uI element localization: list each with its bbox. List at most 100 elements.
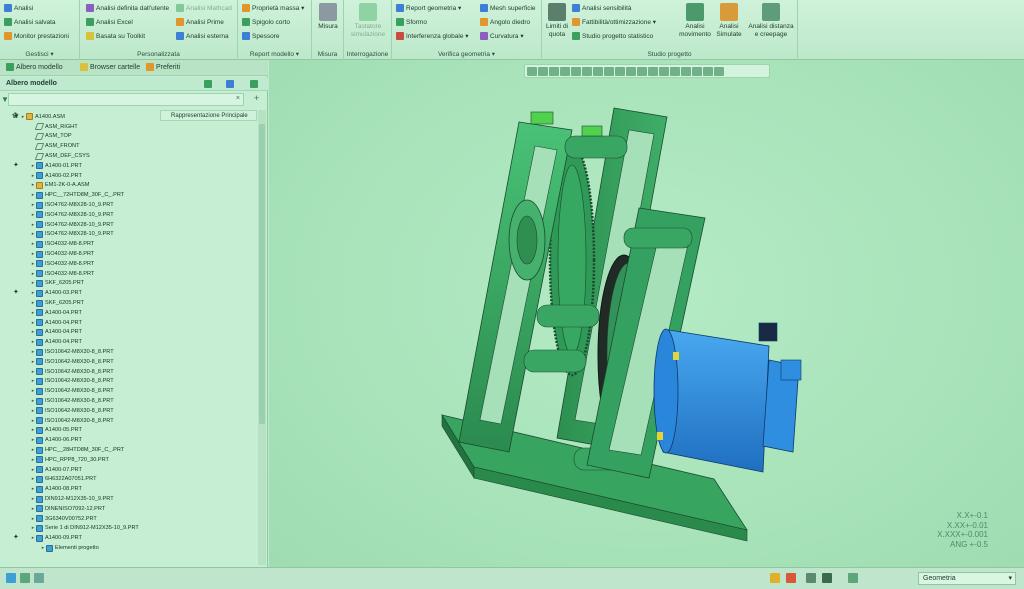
tree-item[interactable]: ▸ A1400-04.PRT: [0, 318, 160, 328]
regen-icon[interactable]: [786, 573, 796, 583]
servo-motor[interactable]: [653, 322, 802, 473]
analisi-button[interactable]: Analisi: [4, 2, 33, 14]
tree-item[interactable]: ▸ A1400-06.PRT: [0, 435, 160, 445]
tab-albero-modello[interactable]: Albero modello: [6, 63, 63, 71]
tree-item[interactable]: ▸ DINENISO7092-12.PRT: [0, 504, 160, 514]
mesh-superficie-button[interactable]: Mesh superficie: [480, 2, 536, 14]
fullscreen-toggle-icon[interactable]: [34, 573, 44, 583]
tree-item[interactable]: ▸ Serie 1 di DIN912-M12X35-10_9.PRT: [0, 524, 160, 534]
tree-item[interactable]: ASM_RIGHT: [0, 122, 160, 132]
tree-item[interactable]: ▸ A1400-01.PRT: [0, 161, 160, 171]
fattibilita-ottimizzazione-button[interactable]: Fattibilità/ottimizzazione ▾: [572, 16, 656, 28]
tree-item[interactable]: ▸ A1400-04.PRT: [0, 328, 160, 338]
group-label-gestisci[interactable]: Gestisci ▾: [0, 50, 79, 58]
analisi-movimento-button[interactable]: Analisi movimento: [678, 3, 712, 38]
tree-item[interactable]: ▸ A1400-04.PRT: [0, 337, 160, 347]
analisi-distanza-button[interactable]: Analisi distanza e creepage: [746, 3, 796, 38]
tree-item[interactable]: ▸ ISO4032-M8-8.PRT: [0, 249, 160, 259]
tree-item[interactable]: ▸ ISO4032-M8-8.PRT: [0, 269, 160, 279]
angolo-diedro-button[interactable]: Angolo diedro: [480, 16, 530, 28]
basata-toolkit-button[interactable]: Basata su Toolkit: [86, 30, 145, 42]
tree-item[interactable]: ▸ ISO10642-M8X30-8_8.PRT: [0, 377, 160, 387]
tab-preferiti[interactable]: Preferiti: [146, 63, 180, 71]
tree-item[interactable]: ▸ 3G6340V00752.PRT: [0, 514, 160, 524]
tree-item[interactable]: ▸ A1400-08.PRT: [0, 484, 160, 494]
warning-icon[interactable]: [770, 573, 780, 583]
tree-item[interactable]: ▸ ISO10642-M8X30-8_8.PRT: [0, 396, 160, 406]
graphics-viewport[interactable]: X.X+-0.1 X.XX+-0.01 X.XXX+-0.001 ANG +-0…: [269, 60, 1024, 567]
tree-item[interactable]: ▸ A1400-09.PRT: [0, 533, 160, 543]
proprieta-massa-button[interactable]: Proprietà massa ▾: [242, 2, 304, 14]
tree-item[interactable]: ▸ DIN912-M12X35-10_9.PRT: [0, 494, 160, 504]
tree-scrollbar-thumb[interactable]: [259, 124, 265, 424]
tree-item[interactable]: ▸ ISO10642-M8X30-8_8.PRT: [0, 406, 160, 416]
analisi-sensibilita-button[interactable]: Analisi sensibilità: [572, 2, 632, 14]
tree-item[interactable]: ▸ SKF_6205.PRT: [0, 298, 160, 308]
spessore-button[interactable]: Spessore: [242, 30, 279, 42]
curvatura-button[interactable]: Curvatura ▾: [480, 30, 524, 42]
tab-browser-cartelle[interactable]: Browser cartelle: [80, 63, 140, 71]
tree-search-input[interactable]: ×: [8, 93, 244, 106]
interferenza-globale-button[interactable]: Interferenza globale ▾: [396, 30, 469, 42]
spigolo-corto-button[interactable]: Spigolo corto: [242, 16, 290, 28]
tree-item[interactable]: ▸ 6H6322A07051.PRT: [0, 475, 160, 485]
group-label-report-modello[interactable]: Report modello ▾: [238, 50, 311, 58]
tree-item[interactable]: ▸ ISO10642-M8X30-8_8.PRT: [0, 386, 160, 396]
tree-item[interactable]: ASM_DEF_CSYS: [0, 151, 160, 161]
tree-item[interactable]: ▸ EM1-2K-0-A.ASM: [0, 181, 160, 191]
tree-item[interactable]: ▸ ISO4762-M8X28-10_9.PRT: [0, 220, 160, 230]
tree-columns-icon[interactable]: [250, 80, 258, 88]
selection-filter-dropdown[interactable]: Geometria ▾: [918, 572, 1016, 585]
group-label-verifica-geometria[interactable]: Verifica geometria ▾: [392, 50, 541, 58]
bearing-hub[interactable]: [508, 199, 546, 281]
clear-search-icon[interactable]: ×: [236, 95, 240, 102]
selection-icon[interactable]: [806, 573, 816, 583]
tree-item[interactable]: ▸ HPC__28HTD8M_30F_C_.PRT: [0, 445, 160, 455]
tree-item[interactable]: ▸ A1400-07.PRT: [0, 465, 160, 475]
studio-statistico-button[interactable]: Studio progetto statistico: [572, 30, 653, 42]
tree-item[interactable]: ▸ Elementi progetto: [0, 543, 160, 553]
tree-item[interactable]: ▸ ISO10642-M8X30-8_8.PRT: [0, 416, 160, 426]
tree-item[interactable]: ▸ ISO4762-M8X28-10_9.PRT: [0, 230, 160, 240]
navigator-toggle-icon[interactable]: [6, 573, 16, 583]
sformo-button[interactable]: Sformo: [396, 16, 427, 28]
browser-toggle-icon[interactable]: [20, 573, 30, 583]
analisi-excel-button[interactable]: Analisi Excel: [86, 16, 133, 28]
tree-filter-icon[interactable]: [204, 80, 212, 88]
tree-item[interactable]: ▸ A1400.ASM: [0, 112, 160, 122]
analisi-esterna-button[interactable]: Analisi esterna: [176, 30, 229, 42]
tree-item[interactable]: ▸ A1400-04.PRT: [0, 308, 160, 318]
smart-select-icon[interactable]: [848, 573, 858, 583]
tree-item[interactable]: ▸ A1400-05.PRT: [0, 426, 160, 436]
tree-item[interactable]: ▸ HPC_RPP8_720_30.PRT: [0, 455, 160, 465]
tree-item[interactable]: ▸ ISO4762-M8X28-10_9.PRT: [0, 200, 160, 210]
limiti-quota-button[interactable]: Limiti di quota: [544, 3, 570, 38]
tree-item[interactable]: ▸ ISO10642-M8X30-8_8.PRT: [0, 357, 160, 367]
analisi-mathcad-button[interactable]: Analisi Mathcad: [176, 2, 232, 14]
monitor-prestazioni-button[interactable]: Monitor prestazioni: [4, 30, 69, 42]
tree-item[interactable]: ▸ A1400-02.PRT: [0, 171, 160, 181]
tree-item[interactable]: ASM_TOP: [0, 132, 160, 142]
analisi-simulate-button[interactable]: Analisi Simulate: [714, 3, 744, 38]
tree-settings-icon[interactable]: [226, 80, 234, 88]
misura-button[interactable]: Misura: [316, 3, 340, 31]
analisi-definita-button[interactable]: Analisi definita dall'utente: [86, 2, 169, 14]
tree-item[interactable]: ▸ ISO4032-M8-8.PRT: [0, 239, 160, 249]
binoculars-icon[interactable]: [822, 573, 832, 583]
tree-item[interactable]: ▸ ISO10642-M8X30-8_8.PRT: [0, 367, 160, 377]
tree-item[interactable]: ▸ ISO10642-M8X30-8_8.PRT: [0, 347, 160, 357]
tastatore-simulazione-button[interactable]: Tastatore simulazione: [346, 3, 390, 38]
tree-item[interactable]: ▸ HPC__72HTD8M_30F_C_.PRT: [0, 190, 160, 200]
report-geometria-button[interactable]: Report geometria ▾: [396, 2, 461, 14]
add-filter-icon[interactable]: +: [254, 93, 259, 103]
assembly-model[interactable]: [269, 60, 1024, 567]
analisi-prime-button[interactable]: Analisi Prime: [176, 16, 224, 28]
tree-item[interactable]: ▸ ISO4032-M8-8.PRT: [0, 259, 160, 269]
tree-item[interactable]: ▸ ISO4762-M8X28-10_9.PRT: [0, 210, 160, 220]
tree-item[interactable]: ▸ SKF_6205.PRT: [0, 279, 160, 289]
tree-scrollbar[interactable]: [258, 110, 266, 565]
tree-item[interactable]: ▸ A1400-03.PRT: [0, 288, 160, 298]
analisi-salvata-button[interactable]: Analisi salvata: [4, 16, 56, 28]
tree-item-label: A1400-01.PRT: [45, 162, 82, 169]
tree-item[interactable]: ASM_FRONT: [0, 141, 160, 151]
